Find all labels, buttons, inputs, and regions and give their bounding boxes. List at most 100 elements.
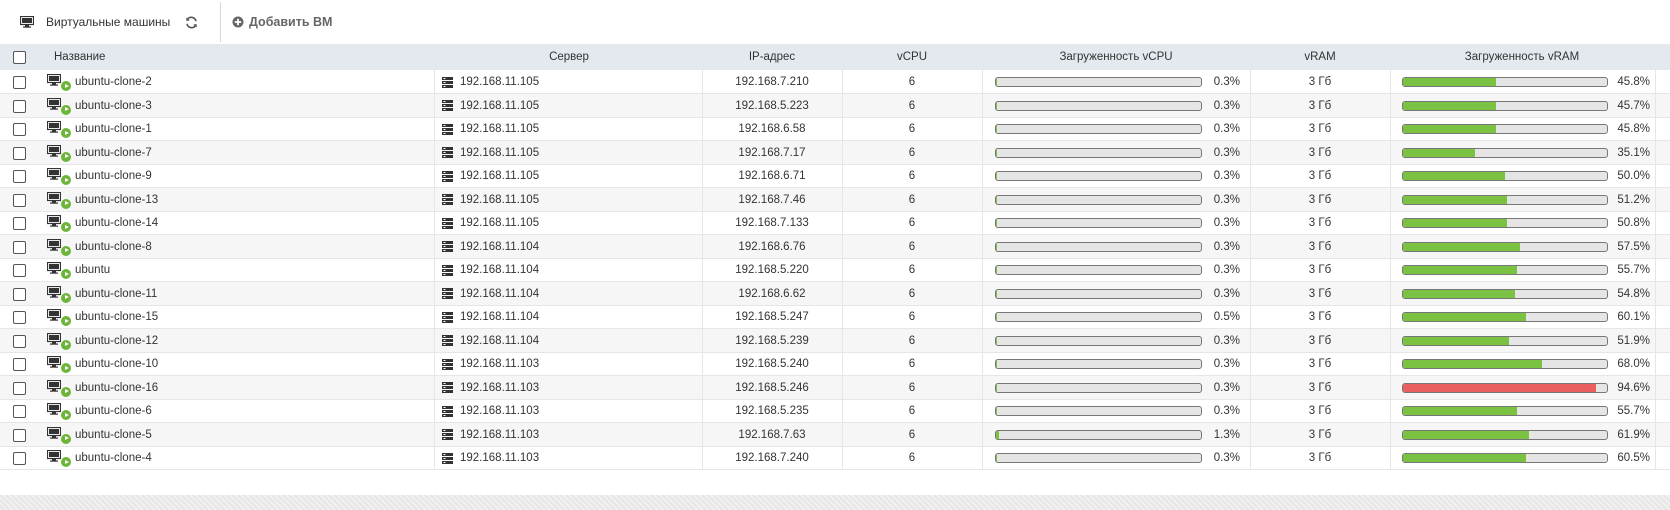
table-row[interactable]: ubuntu-clone-5 192.168.11.103 192.168.7.… bbox=[0, 422, 1670, 447]
row-checkbox[interactable] bbox=[13, 428, 26, 442]
vm-name-cell[interactable]: ubuntu-clone-4 bbox=[47, 446, 152, 470]
vm-name-cell[interactable]: ubuntu-clone-2 bbox=[47, 70, 152, 94]
table-row[interactable]: ubuntu-clone-11 192.168.11.104 192.168.6… bbox=[0, 281, 1670, 306]
vcpu-load-percent: 0.3% bbox=[1213, 452, 1240, 464]
column-ip[interactable]: IP-адрес bbox=[702, 44, 842, 70]
column-vram-load[interactable]: Загруженность vRAM bbox=[1390, 44, 1654, 70]
monitor-icon bbox=[47, 403, 61, 415]
server-cell: 192.168.11.105 bbox=[442, 164, 539, 188]
table-row[interactable]: ubuntu-clone-8 192.168.11.104 192.168.6.… bbox=[0, 234, 1670, 259]
vm-name-cell[interactable]: ubuntu bbox=[47, 258, 110, 282]
vcpu-load-percent: 0.3% bbox=[1213, 405, 1240, 417]
vcpu-load-percent: 0.3% bbox=[1213, 264, 1240, 276]
table-row[interactable]: ubuntu-clone-4 192.168.11.103 192.168.7.… bbox=[0, 446, 1670, 470]
vram-load-percent: 51.9% bbox=[1617, 334, 1650, 347]
row-checkbox[interactable] bbox=[13, 381, 26, 395]
vram-size: 3 Гб bbox=[1308, 99, 1332, 112]
vm-running-icon bbox=[47, 120, 71, 138]
ip-address: 192.168.7.46 bbox=[738, 193, 806, 206]
table-row[interactable]: ubuntu-clone-1 192.168.11.105 192.168.6.… bbox=[0, 117, 1670, 141]
refresh-button[interactable] bbox=[183, 0, 199, 44]
row-checkbox[interactable] bbox=[13, 217, 26, 230]
row-checkbox[interactable] bbox=[13, 193, 26, 207]
table-row[interactable]: ubuntu-clone-15 192.168.11.104 192.168.5… bbox=[0, 305, 1670, 329]
vm-running-icon bbox=[47, 214, 71, 232]
table-row[interactable]: ubuntu-clone-14 192.168.11.105 192.168.7… bbox=[0, 211, 1670, 235]
vram-load-bar bbox=[1402, 124, 1608, 134]
vm-name: ubuntu-clone-10 bbox=[75, 358, 159, 370]
row-checkbox[interactable] bbox=[13, 240, 26, 254]
server-cell: 192.168.11.104 bbox=[442, 282, 539, 306]
row-checkbox[interactable] bbox=[13, 170, 26, 183]
table-row[interactable]: ubuntu-clone-6 192.168.11.103 192.168.5.… bbox=[0, 399, 1670, 423]
server-address: 192.168.11.103 bbox=[460, 428, 540, 441]
vm-name-cell[interactable]: ubuntu-clone-16 bbox=[47, 376, 158, 400]
column-vcpu-load[interactable]: Загруженность vCPU bbox=[982, 44, 1250, 70]
play-status-icon bbox=[61, 104, 71, 115]
vcpu-count: 6 bbox=[908, 123, 916, 135]
vm-name-cell[interactable]: ubuntu-clone-3 bbox=[47, 94, 152, 118]
vm-name-cell[interactable]: ubuntu-clone-1 bbox=[47, 117, 152, 141]
vm-name-cell[interactable]: ubuntu-clone-9 bbox=[47, 164, 152, 188]
play-status-icon bbox=[61, 245, 71, 256]
vcpu-count: 6 bbox=[908, 240, 916, 253]
vram-load-bar bbox=[1402, 453, 1608, 463]
row-checkbox[interactable] bbox=[13, 405, 26, 418]
ip-address: 192.168.5.247 bbox=[735, 311, 809, 323]
column-vram[interactable]: vRAM bbox=[1250, 44, 1390, 70]
table-row[interactable]: ubuntu-clone-13 192.168.11.105 192.168.7… bbox=[0, 187, 1670, 212]
play-status-icon bbox=[61, 316, 71, 326]
row-checkbox[interactable] bbox=[13, 123, 26, 136]
vm-list-title[interactable]: Виртуальные машины bbox=[20, 0, 170, 44]
row-checkbox[interactable] bbox=[13, 287, 26, 301]
toolbar: Виртуальные машины Добавить ВМ bbox=[0, 0, 1670, 44]
vm-name-cell[interactable]: ubuntu-clone-13 bbox=[47, 188, 158, 212]
vm-name-cell[interactable]: ubuntu-clone-14 bbox=[47, 211, 158, 235]
row-checkbox[interactable] bbox=[13, 452, 26, 465]
table-row[interactable]: ubuntu-clone-7 192.168.11.105 192.168.7.… bbox=[0, 140, 1670, 165]
vram-load-bar bbox=[1402, 335, 1608, 346]
server-icon bbox=[442, 100, 453, 111]
table-row[interactable]: ubuntu 192.168.11.104 192.168.5.220 6 0.… bbox=[0, 258, 1670, 282]
row-checkbox[interactable] bbox=[13, 311, 26, 324]
vm-name-cell[interactable]: ubuntu-clone-5 bbox=[47, 423, 152, 447]
vcpu-load-bar bbox=[995, 406, 1202, 416]
row-checkbox[interactable] bbox=[13, 76, 26, 89]
vram-size: 3 Гб bbox=[1308, 76, 1332, 88]
column-name[interactable]: Название bbox=[54, 44, 105, 70]
add-vm-button[interactable]: Добавить ВМ bbox=[232, 0, 332, 44]
row-checkbox[interactable] bbox=[13, 358, 26, 371]
vm-name-cell[interactable]: ubuntu-clone-15 bbox=[47, 305, 158, 329]
table-row[interactable]: ubuntu-clone-10 192.168.11.103 192.168.5… bbox=[0, 352, 1670, 376]
server-icon bbox=[442, 264, 453, 276]
vm-name-cell[interactable]: ubuntu-clone-7 bbox=[47, 141, 152, 165]
server-address: 192.168.11.105 bbox=[460, 123, 540, 135]
ip-address: 192.168.7.63 bbox=[738, 428, 806, 441]
select-all-checkbox[interactable] bbox=[13, 51, 26, 64]
vcpu-load-percent: 0.3% bbox=[1213, 99, 1240, 112]
row-checkbox[interactable] bbox=[13, 334, 26, 348]
table-row[interactable]: ubuntu-clone-12 192.168.11.104 192.168.5… bbox=[0, 328, 1670, 353]
vcpu-load-bar bbox=[995, 77, 1202, 87]
table-row[interactable]: ubuntu-clone-9 192.168.11.105 192.168.6.… bbox=[0, 164, 1670, 188]
row-checkbox[interactable] bbox=[13, 99, 26, 113]
row-checkbox[interactable] bbox=[13, 264, 26, 277]
vm-name-cell[interactable]: ubuntu-clone-12 bbox=[47, 329, 158, 353]
table-row[interactable]: ubuntu-clone-3 192.168.11.105 192.168.5.… bbox=[0, 93, 1670, 118]
column-vcpu[interactable]: vCPU bbox=[842, 44, 982, 70]
row-checkbox[interactable] bbox=[13, 146, 26, 160]
vram-load-percent: 55.7% bbox=[1617, 264, 1650, 276]
vm-name-cell[interactable]: ubuntu-clone-11 bbox=[47, 282, 157, 306]
vm-name-cell[interactable]: ubuntu-clone-6 bbox=[47, 399, 152, 423]
vram-size: 3 Гб bbox=[1308, 311, 1332, 323]
table-row[interactable]: ubuntu-clone-2 192.168.11.105 192.168.7.… bbox=[0, 70, 1670, 94]
server-address: 192.168.11.105 bbox=[460, 170, 540, 182]
table-row[interactable]: ubuntu-clone-16 192.168.11.103 192.168.5… bbox=[0, 375, 1670, 400]
server-icon bbox=[442, 76, 453, 88]
vm-name-cell[interactable]: ubuntu-clone-10 bbox=[47, 352, 158, 376]
vcpu-load-bar bbox=[995, 171, 1202, 181]
column-server[interactable]: Сервер bbox=[435, 44, 703, 70]
play-status-icon bbox=[61, 386, 71, 397]
vm-name-cell[interactable]: ubuntu-clone-8 bbox=[47, 235, 152, 259]
server-address: 192.168.11.105 bbox=[460, 146, 540, 159]
